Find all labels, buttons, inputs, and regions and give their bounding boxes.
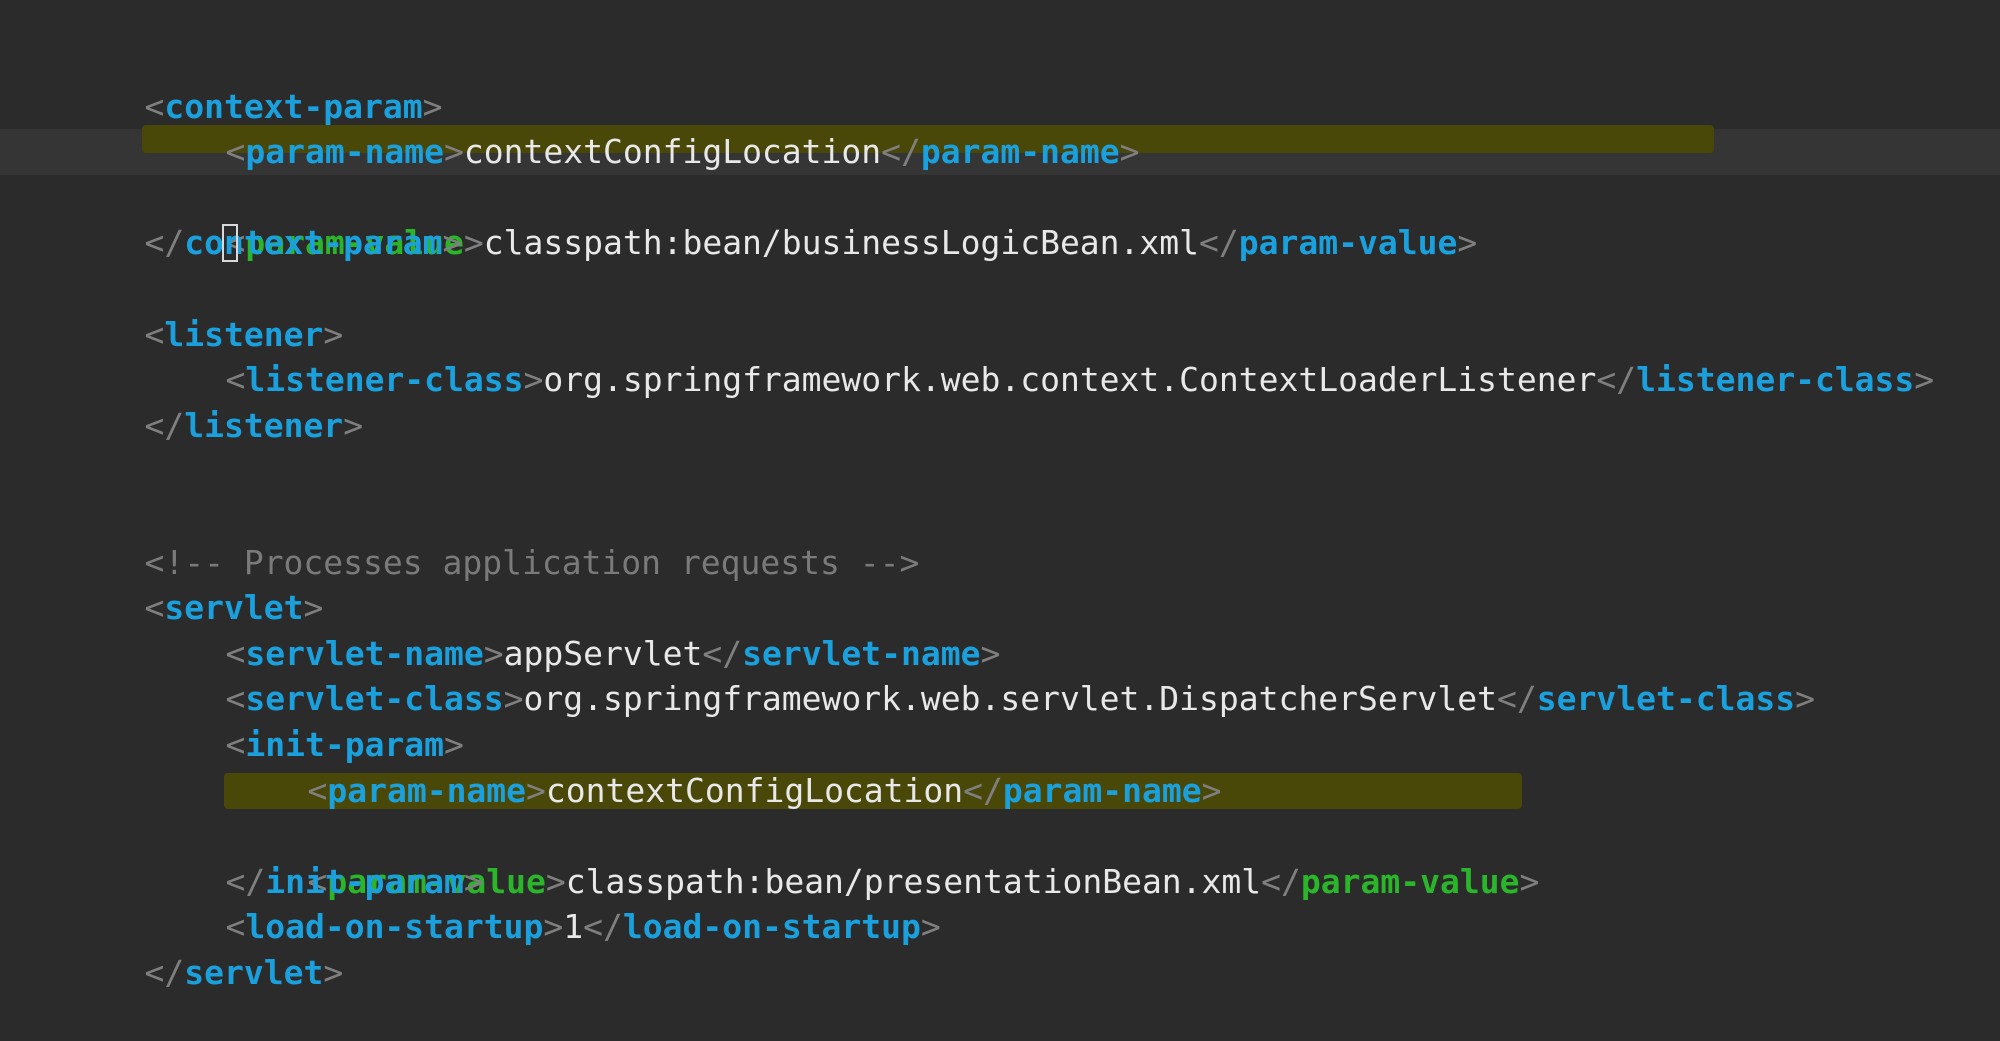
text-value: contextConfigLocation	[545, 770, 964, 810]
tag-bracket: </	[963, 770, 1003, 810]
tag-name: load-on-startup	[622, 907, 921, 947]
tag-name: param-name	[1002, 770, 1202, 810]
tag-bracket: </	[144, 952, 185, 992]
tag-name: param-value	[1300, 861, 1520, 901]
tag-bracket: >	[323, 314, 344, 354]
tag-bracket: >	[444, 724, 464, 764]
code-line-comment[interactable]: <!-- Processes application requests -->	[0, 494, 2000, 582]
text-value: contextConfigLocation	[463, 132, 882, 172]
tag-bracket: </	[1497, 679, 1537, 719]
tag-name: context-param	[164, 86, 423, 126]
tag-bracket: >	[545, 861, 566, 901]
tag-bracket: >	[920, 907, 941, 947]
code-line[interactable]: <context-param>	[0, 38, 2000, 126]
tag-name: servlet-class	[245, 679, 504, 719]
tag-bracket: <	[225, 724, 246, 764]
tag-bracket: <	[144, 314, 165, 354]
tag-name: listener-class	[1636, 360, 1915, 400]
tag-bracket: >	[980, 633, 1001, 673]
text-value: org.springframework.web.servlet.Dispatch…	[523, 679, 1498, 719]
tag-bracket: >	[543, 907, 564, 947]
tag-bracket: >	[422, 86, 443, 126]
tag-bracket: >	[442, 223, 463, 263]
tag-bracket: >	[1119, 132, 1140, 172]
tag-bracket: </	[225, 861, 266, 901]
tag-bracket: <	[225, 360, 246, 400]
tag-bracket: >	[1519, 861, 1540, 901]
code-line[interactable]: </context-param>	[0, 175, 2000, 262]
text-value: 1	[563, 907, 584, 947]
tag-bracket: >	[463, 861, 484, 901]
tag-name: listener	[184, 405, 344, 445]
code-line[interactable]: <listener>	[0, 266, 2000, 354]
tag-bracket: >	[503, 679, 524, 719]
tag-bracket: >	[1457, 223, 1478, 263]
tag-bracket: </	[1199, 223, 1239, 263]
tag-bracket: </	[1261, 861, 1301, 901]
text-value: classpath:bean/presentationBean.xml	[565, 861, 1262, 901]
tag-bracket: </	[881, 132, 921, 172]
tag-bracket: >	[483, 633, 504, 673]
code-editor[interactable]: <context-param> <param-name>contextConfi…	[0, 38, 2000, 995]
tag-bracket: <	[307, 770, 328, 810]
tag-name: init-param	[265, 861, 464, 901]
tag-bracket: <	[225, 633, 246, 673]
tag-name: servlet-class	[1536, 679, 1796, 719]
tag-bracket: >	[1914, 360, 1935, 400]
tag-name: servlet	[164, 588, 304, 628]
tag-name: param-name	[920, 132, 1120, 172]
code-line[interactable]: </init-param>	[0, 813, 2000, 901]
tag-bracket: >	[444, 132, 464, 172]
tag-bracket: </	[144, 405, 185, 445]
tag-bracket: <	[144, 86, 165, 126]
tag-bracket: >	[1795, 679, 1815, 719]
tag-name: servlet	[184, 952, 324, 992]
tag-bracket: <	[144, 588, 165, 628]
tag-bracket: >	[1201, 770, 1222, 810]
tag-bracket: </	[144, 223, 185, 263]
text-value: appServlet	[503, 633, 703, 673]
tag-name: param-name	[245, 132, 445, 172]
tag-bracket: >	[323, 952, 344, 992]
blank-line[interactable]	[0, 448, 2000, 494]
tag-bracket: >	[463, 223, 484, 263]
xml-comment: <!-- Processes application requests -->	[144, 542, 920, 582]
tag-name: load-on-startup	[245, 907, 544, 947]
tag-name: servlet-name	[742, 633, 981, 673]
tag-name: listener-class	[245, 360, 524, 400]
tag-bracket: >	[523, 360, 544, 400]
tag-bracket: </	[702, 633, 743, 673]
tag-bracket: <	[225, 679, 246, 719]
tag-bracket: </	[1596, 360, 1637, 400]
tag-name: init-param	[245, 724, 445, 764]
tag-bracket: <	[225, 132, 246, 172]
tag-name: param-name	[327, 770, 527, 810]
tag-name: listener	[164, 314, 324, 354]
tag-bracket: >	[303, 588, 324, 628]
tag-name: param-value	[1238, 223, 1458, 263]
tag-bracket: <	[225, 907, 246, 947]
text-value: org.springframework.web.context.ContextL…	[543, 360, 1597, 400]
text-value: classpath:bean/businessLogicBean.xml	[483, 223, 1200, 263]
tag-bracket: >	[526, 770, 546, 810]
tag-bracket: </	[583, 907, 623, 947]
tag-bracket: >	[343, 405, 364, 445]
tag-name: servlet-name	[245, 633, 484, 673]
